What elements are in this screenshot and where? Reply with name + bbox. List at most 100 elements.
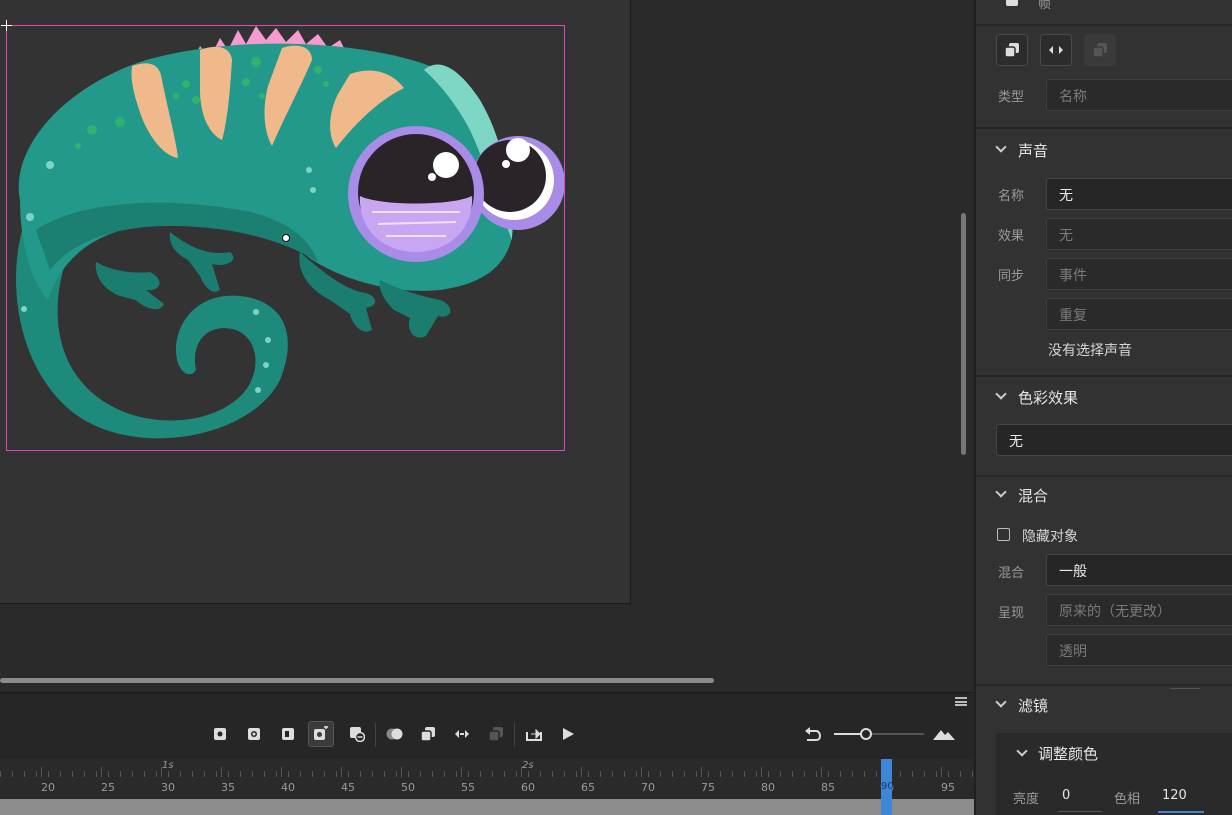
frame-number: 70 — [641, 781, 655, 794]
ruler-tick — [156, 771, 157, 777]
ruler-tick — [972, 771, 973, 777]
frame-number: 45 — [341, 781, 355, 794]
divider — [976, 684, 1232, 686]
ruler-tick — [852, 771, 853, 777]
color-effect-section-title[interactable]: 色彩效果 — [1018, 387, 1078, 408]
ruler-tick — [732, 771, 733, 777]
auto-keyframe-icon[interactable] — [308, 721, 334, 747]
sync-symbols-icon[interactable] — [449, 721, 475, 747]
ruler-tick — [960, 771, 961, 777]
filters-section-title[interactable]: 滤镜 — [1018, 695, 1048, 716]
ruler-tick — [84, 771, 85, 777]
ruler-major-tick — [641, 767, 642, 777]
ruler-tick — [456, 771, 457, 777]
ruler-tick — [672, 771, 673, 777]
horizontal-scrollbar[interactable] — [0, 678, 714, 683]
ruler-tick — [216, 771, 217, 777]
zoom-slider-knob[interactable] — [859, 728, 872, 740]
ruler-major-tick — [401, 767, 402, 777]
color-effect-select[interactable]: 无 — [996, 424, 1232, 456]
frame-label: 帧 — [1038, 0, 1052, 12]
frames-row[interactable] — [0, 799, 974, 815]
sound-name-label: 名称 — [998, 189, 1025, 204]
sound-effect-label: 效果 — [998, 229, 1025, 244]
brightness-value[interactable]: 0 — [1062, 788, 1070, 803]
ruler-tick — [144, 771, 145, 777]
ruler-tick — [900, 771, 901, 777]
chevron-down-icon[interactable] — [995, 696, 1007, 708]
ruler-tick — [444, 771, 445, 777]
current-frame-label: 90 — [881, 781, 894, 792]
chevron-down-icon[interactable] — [995, 486, 1007, 498]
mountains-zoom-icon[interactable] — [931, 721, 957, 747]
ruler-tick — [612, 771, 613, 777]
insert-frame-icon[interactable] — [275, 721, 301, 747]
ruler-tick — [924, 771, 925, 777]
hide-object-checkbox[interactable] — [997, 528, 1010, 541]
timeline-toolbar — [0, 715, 974, 751]
chevron-down-icon[interactable] — [995, 141, 1007, 153]
transparent-select[interactable]: 透明 — [1046, 634, 1232, 666]
paste-frames-disabled-icon[interactable] — [1084, 34, 1116, 66]
ruler-tick — [528, 771, 529, 777]
animate-workspace: 1s 2s 20 25 30 35 40 45 50 55 60 65 70 7… — [0, 0, 1232, 815]
ruler-major-tick — [281, 767, 282, 777]
ruler-tick — [492, 771, 493, 777]
sync-frames-icon[interactable] — [1040, 34, 1072, 66]
frame-number: 50 — [401, 781, 415, 794]
ruler-tick — [348, 771, 349, 777]
sound-sync-select[interactable]: 事件 — [1046, 258, 1232, 290]
ruler-tick — [504, 771, 505, 777]
hue-focus-underline — [1158, 811, 1204, 813]
ruler-tick — [312, 771, 313, 777]
chevron-down-icon[interactable] — [995, 388, 1007, 400]
brightness-label: 亮度 — [1013, 792, 1040, 807]
timeline-zoom-slider[interactable] — [834, 728, 924, 740]
blend-mode-select[interactable]: 一般 — [1046, 554, 1232, 586]
vertical-scrollbar[interactable] — [961, 213, 966, 455]
frame-name-field[interactable]: 名称 — [1046, 79, 1232, 111]
sound-effect-select[interactable]: 无 — [1046, 218, 1232, 250]
hide-object-label: 隐藏对象 — [1022, 529, 1078, 545]
chevron-down-icon[interactable] — [1016, 745, 1028, 757]
hue-value[interactable]: 120 — [1162, 788, 1187, 803]
ruler-tick — [624, 771, 625, 777]
ruler-tick — [576, 771, 577, 777]
blend-section-title[interactable]: 混合 — [1018, 485, 1048, 506]
render-select[interactable]: 原来的（无更改） — [1046, 594, 1232, 626]
edit-multiple-frames-icon[interactable] — [415, 721, 441, 747]
ruler-tick — [360, 771, 361, 777]
edit-frames-icon[interactable] — [996, 34, 1028, 66]
frame-number: 65 — [581, 781, 595, 794]
onion-skin-icon[interactable] — [382, 721, 408, 747]
panel-resize-handle[interactable] — [1170, 688, 1200, 689]
ruler-tick — [816, 771, 817, 777]
render-label: 呈现 — [998, 606, 1025, 621]
ruler-tick — [480, 771, 481, 777]
stage-canvas[interactable] — [0, 0, 631, 604]
paste-frames-icon[interactable] — [483, 721, 509, 747]
transform-point[interactable] — [282, 234, 290, 242]
sound-sync-label: 同步 — [998, 269, 1025, 284]
insert-blank-keyframe-icon[interactable] — [241, 721, 267, 747]
adjust-color-title[interactable]: 调整颜色 — [1038, 743, 1098, 764]
ruler-tick — [420, 771, 421, 777]
ruler-major-tick — [101, 767, 102, 777]
remove-frame-icon[interactable] — [344, 721, 370, 747]
panel-menu-icon[interactable] — [955, 697, 967, 706]
frame-number: 30 — [161, 781, 175, 794]
ruler-tick — [180, 771, 181, 777]
ruler-tick — [228, 771, 229, 777]
insert-keyframe-icon[interactable] — [207, 721, 233, 747]
divider — [976, 127, 1232, 129]
sound-section-title[interactable]: 声音 — [1018, 140, 1048, 161]
loop-icon[interactable] — [521, 721, 547, 747]
sound-repeat-select[interactable]: 重复 — [1046, 298, 1232, 330]
ruler-tick — [648, 771, 649, 777]
timeline-ruler[interactable]: 1s 2s 20 25 30 35 40 45 50 55 60 65 70 7… — [0, 759, 974, 799]
play-icon[interactable] — [555, 721, 581, 747]
undo-view-icon[interactable] — [800, 721, 826, 747]
sound-name-select[interactable]: 无 — [1046, 178, 1232, 210]
ruler-tick — [276, 771, 277, 777]
frame-number: 35 — [221, 781, 235, 794]
